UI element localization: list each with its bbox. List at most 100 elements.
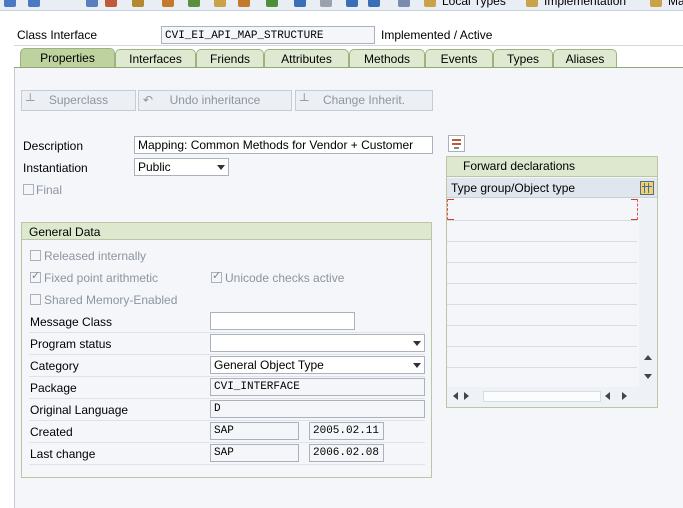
table-row[interactable] [447, 346, 637, 347]
scroll-right-icon[interactable] [622, 392, 627, 400]
vertical-scrollbar[interactable] [639, 199, 657, 387]
forward-declarations-title: Forward declarations [447, 157, 657, 177]
implementation-button[interactable]: Implementation [544, 0, 626, 8]
class-status: Implemented / Active [381, 28, 493, 42]
table-row[interactable] [447, 283, 637, 284]
row-divider [29, 420, 425, 421]
class-builder-icon[interactable] [266, 0, 278, 7]
category-select[interactable]: General Object Type [210, 356, 425, 374]
table-row[interactable] [447, 367, 637, 368]
program-status-label: Program status [30, 337, 112, 351]
where-used-icon[interactable] [132, 0, 144, 7]
row-divider [29, 376, 425, 377]
table-row[interactable] [447, 241, 637, 242]
local-types-button[interactable]: Local Types [442, 0, 506, 8]
scroll-left-icon[interactable] [605, 392, 610, 400]
tab-events-label: Events [440, 52, 478, 66]
shared-memory-label: Shared Memory-Enabled [44, 293, 178, 307]
implementation-icon[interactable] [526, 0, 538, 7]
scroll-up-icon[interactable] [644, 355, 652, 360]
header-divider [14, 45, 683, 46]
chevron-down-icon [217, 165, 225, 170]
change-inherit-button[interactable]: ┴ Change Inherit. [295, 90, 433, 111]
macros-icon[interactable] [398, 0, 410, 7]
table-row[interactable] [447, 262, 637, 263]
hierarchy-icon[interactable] [238, 0, 250, 7]
edit-icon[interactable] [86, 0, 98, 7]
instantiation-value: Public [138, 160, 171, 174]
superclass-button[interactable]: ┴ Superclass [21, 90, 136, 111]
scroll-right-icon[interactable] [464, 392, 469, 400]
description-field[interactable]: Mapping: Common Methods for Vendor + Cus… [134, 136, 433, 154]
horizontal-scrollbar[interactable] [447, 387, 657, 407]
back-icon[interactable] [4, 0, 16, 7]
delete-forward-icon[interactable] [448, 135, 465, 152]
table-row[interactable] [447, 325, 637, 326]
created-on-field[interactable]: 2005.02.11 [309, 422, 384, 440]
program-status-select[interactable] [210, 334, 425, 352]
forward-icon[interactable] [28, 0, 40, 7]
tab-properties[interactable]: Properties [20, 48, 115, 68]
column-settings-icon[interactable] [640, 181, 654, 195]
final-checkbox[interactable] [23, 184, 34, 195]
general-data-title: General Data [29, 225, 101, 239]
macros-button[interactable]: Ma [668, 0, 683, 8]
final-label: Final [36, 183, 63, 197]
tab-interfaces[interactable]: Interfaces [115, 49, 196, 68]
print-icon[interactable] [320, 0, 332, 7]
activate-icon[interactable] [105, 0, 117, 7]
original-language-field[interactable]: D [210, 400, 425, 418]
scroll-down-icon[interactable] [644, 374, 652, 379]
last-change-label: Last change [30, 447, 96, 461]
class-interface-label: Class Interface [17, 28, 98, 42]
chevron-down-icon [413, 363, 421, 368]
package-field[interactable]: CVI_INTERFACE [210, 378, 425, 396]
instantiation-label: Instantiation [23, 161, 88, 175]
fixed-point-label: Fixed point arithmetic [44, 271, 159, 285]
undo-inheritance-button[interactable]: ↶ Undo inheritance [138, 90, 292, 111]
macros-button-icon[interactable] [650, 0, 662, 7]
table-row[interactable] [447, 304, 637, 305]
row-divider [29, 464, 425, 465]
message-class-label: Message Class [30, 315, 113, 329]
tab-methods[interactable]: Methods [349, 49, 425, 68]
superclass-button-label: Superclass [48, 93, 109, 107]
tab-events[interactable]: Events [425, 49, 493, 68]
tab-friends[interactable]: Friends [196, 49, 264, 68]
shared-memory-checkbox[interactable] [30, 294, 41, 305]
tab-friends-label: Friends [209, 52, 250, 66]
released-internally-checkbox[interactable] [30, 250, 41, 261]
parameters-icon[interactable] [346, 0, 358, 7]
category-value: General Object Type [214, 358, 324, 372]
description-label: Description [23, 139, 84, 153]
unicode-checks-checkbox[interactable] [211, 269, 222, 283]
created-label: Created [30, 425, 73, 439]
package-label: Package [30, 381, 77, 395]
exceptions-icon[interactable] [368, 0, 380, 7]
last-change-by-field[interactable]: SAP [210, 444, 299, 462]
undo-inheritance-button-label: Undo inheritance [169, 93, 261, 107]
horizontal-scroll-thumb[interactable] [483, 391, 601, 402]
table-row[interactable] [447, 220, 637, 221]
change-inherit-button-label: Change Inherit. [322, 93, 406, 107]
message-class-field[interactable] [210, 312, 355, 330]
row-divider [29, 332, 425, 333]
last-change-on-field[interactable]: 2006.02.08 [309, 444, 384, 462]
unicode-checks-label: Unicode checks active [225, 271, 345, 285]
local-types-icon[interactable] [424, 0, 436, 7]
object-list-icon[interactable] [162, 0, 174, 7]
instantiation-select[interactable]: Public [134, 158, 229, 176]
tab-aliases[interactable]: Aliases [553, 49, 617, 68]
help-icon[interactable] [214, 0, 226, 7]
tab-attributes-label: Attributes [281, 52, 332, 66]
display-navigation-icon[interactable] [188, 0, 200, 7]
tab-types[interactable]: Types [493, 49, 553, 68]
tab-properties-label: Properties [40, 51, 95, 65]
scroll-left-icon[interactable] [453, 392, 458, 400]
test-icon[interactable] [294, 0, 306, 7]
tab-attributes[interactable]: Attributes [264, 49, 349, 68]
fixed-point-checkbox[interactable] [30, 269, 41, 283]
created-by-field[interactable]: SAP [210, 422, 299, 440]
forward-declaration-input-cell[interactable] [447, 199, 638, 220]
class-interface-field[interactable]: CVI_EI_API_MAP_STRUCTURE [161, 26, 375, 44]
